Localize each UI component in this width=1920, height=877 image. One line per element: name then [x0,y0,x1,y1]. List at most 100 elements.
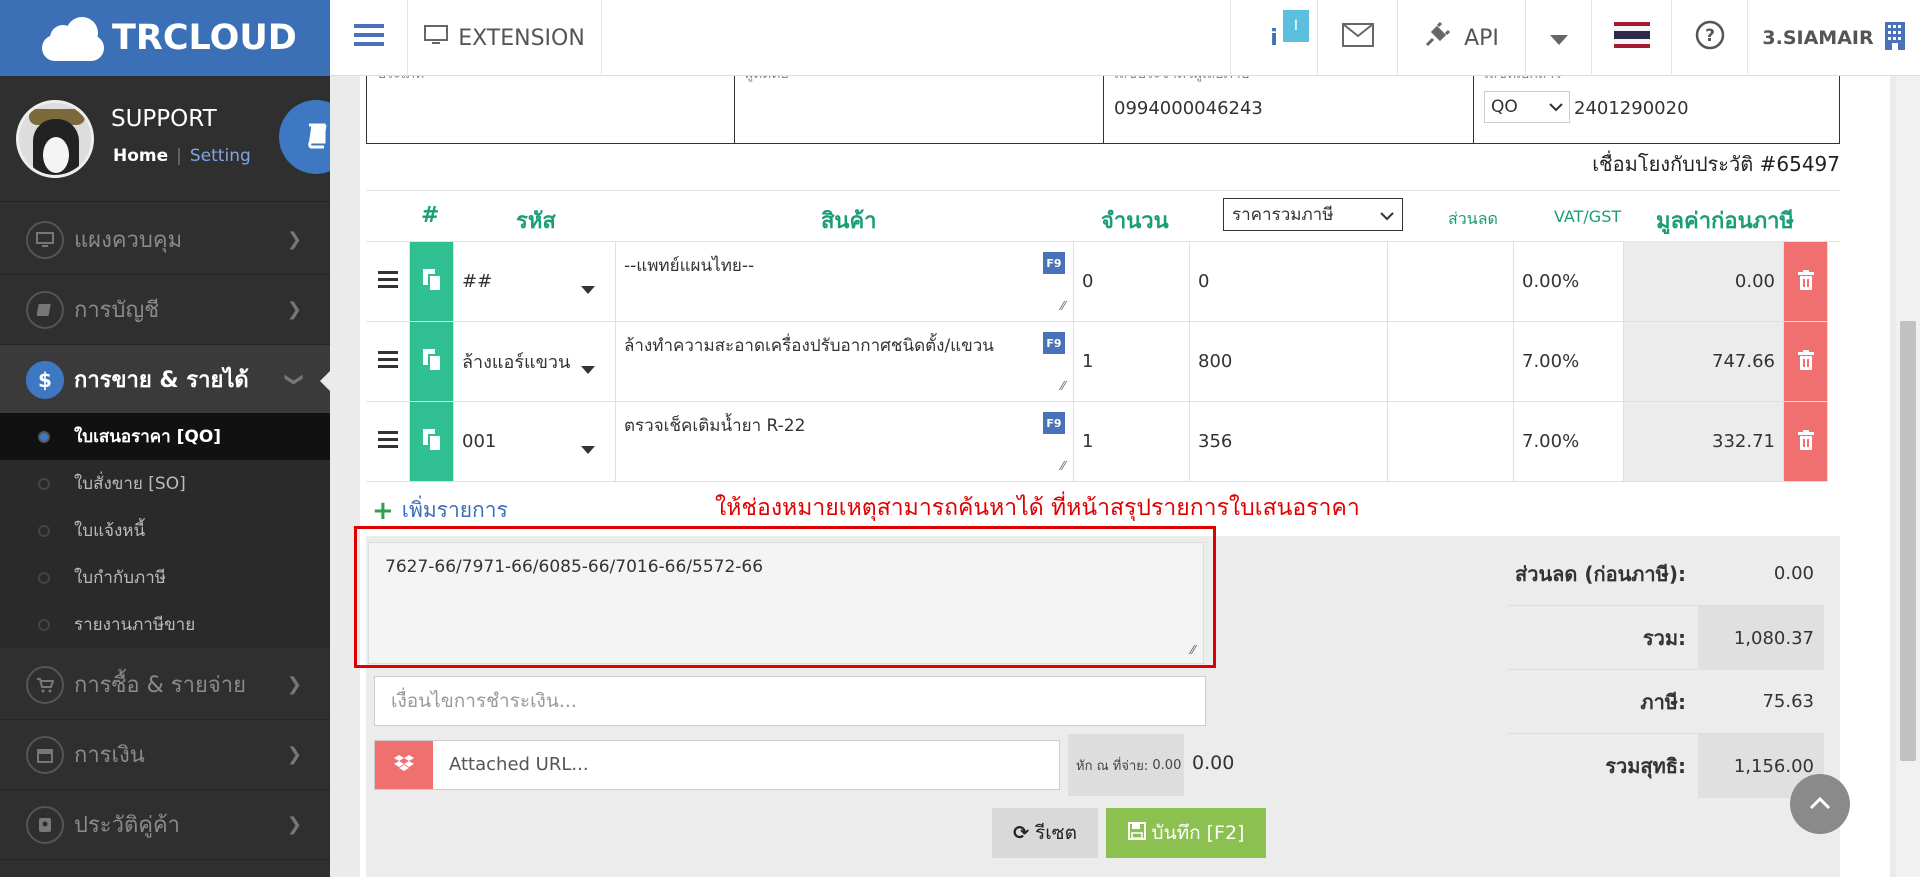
save-button[interactable]: บันทึก [F2] [1106,808,1266,858]
help-button[interactable]: ? [1672,0,1748,76]
logo[interactable]: TRCLOUD [0,0,330,76]
menu-sales[interactable]: $ การขาย & รายได้ ❯ [0,345,330,415]
hamburger-button[interactable] [330,0,408,76]
home-link[interactable]: Home [113,146,168,166]
discount-input[interactable] [1388,402,1514,482]
cloud-logo-icon [38,15,108,61]
discount-input[interactable] [1388,242,1514,322]
mail-icon [1342,23,1374,53]
payment-terms-input[interactable]: เงื่อนไขการชำระเงิน... [374,676,1206,726]
link-history[interactable]: เชื่อมโยงกับประวัติ #65497 [1592,148,1840,180]
delete-row-button[interactable] [1784,322,1828,402]
menu-label: ประวัติคู่ค้า [74,807,180,842]
code-select[interactable]: ล้างแอร์แขวน [454,322,616,402]
copy-icon [422,268,442,296]
scroll-top-button[interactable] [1790,774,1850,834]
add-item-button[interactable]: + เพิ่มรายการ [372,494,508,527]
row-vat: 7.00% [1522,431,1579,452]
delete-row-button[interactable] [1784,242,1828,322]
chevron-right-icon: ❯ [287,299,302,320]
mail-button[interactable] [1318,0,1398,76]
dropdown-button[interactable] [1526,0,1592,76]
summary-label: ส่วนลด (ก่อนภาษี): [1508,542,1698,606]
copy-button[interactable] [410,322,454,402]
row-vat: 0.00% [1522,271,1579,292]
price-input[interactable]: 800 [1190,322,1388,402]
submenu-label: ใบกำกับภาษี [74,564,166,591]
price-input[interactable]: 356 [1190,402,1388,482]
menu-accounting[interactable]: การบัญชี ❯ [0,275,330,345]
chevron-right-icon: ❯ [287,744,302,765]
menu-finance[interactable]: การเงิน ❯ [0,720,330,790]
summary-tax-label: ภาษี: [1640,686,1686,718]
api-button[interactable]: API [1398,0,1526,76]
language-button[interactable] [1592,0,1672,76]
submenu-quotation[interactable]: ใบเสนอราคา [QO] [0,413,330,460]
table-row: ## --แพทย์แผนไทย--F9⁄⁄ 0 0 0.00% 0.00 [366,242,1840,322]
payment-terms-placeholder: เงื่อนไขการชำระเงิน... [391,686,577,716]
delete-row-button[interactable] [1784,402,1828,482]
qty-input[interactable]: 1 [1074,322,1190,402]
submenu-sales-order[interactable]: ใบสั่งขาย [SO] [0,460,330,507]
menu-contacts[interactable]: ประวัติคู่ค้า ❯ [0,790,330,860]
menu-purchase[interactable]: การซื้อ & รายจ่าย ❯ [0,650,330,720]
book-icon [26,291,64,329]
highlight-box [354,526,1216,668]
company-name: 3.SIAMAIR [1762,27,1873,49]
company-button[interactable]: 3.SIAMAIR [1748,0,1920,76]
table-row: ล้างแอร์แขวน ล้างทำความสะอาดเครื่องปรับอ… [366,322,1840,402]
drag-handle[interactable] [366,322,410,402]
price-input[interactable]: 0 [1190,242,1388,322]
summary-total-value: 1,080.37 [1734,628,1814,649]
description-input[interactable]: ล้างทำความสะอาดเครื่องปรับอากาศชนิดตั้ง/… [616,322,1074,402]
drag-handle[interactable] [366,402,410,482]
page-scrollbar[interactable] [1896,76,1920,877]
f9-button[interactable]: F9 [1043,332,1065,354]
submenu-sales-tax-report[interactable]: รายงานภาษีขาย [0,601,330,648]
submenu-invoice[interactable]: ใบแจ้งหนี้ [0,507,330,554]
attached-url-input[interactable]: Attached URL... [449,754,589,775]
qty-input[interactable]: 1 [1074,402,1190,482]
menu-dashboard[interactable]: แผงควบคุม ❯ [0,205,330,275]
drag-handle[interactable] [366,242,410,322]
withholding-small-value: 0.00 [1152,758,1181,773]
menu-label: การซื้อ & รายจ่าย [74,667,246,702]
doc-prefix-select[interactable]: QO [1484,91,1570,123]
description-input[interactable]: ตรวจเช็คเติมน้ำยา R-22F9⁄⁄ [616,402,1074,482]
vat-select[interactable]: 0.00% [1514,242,1624,322]
vat-select[interactable]: 7.00% [1514,402,1624,482]
code-select[interactable]: 001 [454,402,616,482]
price-mode-select[interactable]: ราคารวมภาษี [1223,198,1403,231]
menu-label: แผงควบคุม [74,222,182,257]
document-info-box: ประเภท ผู้ติดต่อ เลขประจำตัวผู้เสียภาษี … [366,76,1840,144]
attached-url-group: Attached URL... [374,740,1060,790]
reset-button[interactable]: ⟳ รีเซต [992,808,1098,858]
row-code: ล้างแอร์แขวน [462,347,570,376]
f9-button[interactable]: F9 [1043,412,1065,434]
submenu-tax-invoice[interactable]: ใบกำกับภาษี [0,554,330,601]
plug-icon [1424,22,1450,54]
monitor-icon [26,221,64,259]
scrollbar-thumb[interactable] [1900,321,1916,761]
summary-grand-total-label: รวมสุทธิ: [1605,750,1686,782]
discount-input[interactable] [1388,322,1514,402]
copy-button[interactable] [410,402,454,482]
summary-discount-value: 0.00 [1774,563,1814,584]
info-button[interactable]: i I [1230,0,1318,76]
extension-button[interactable]: EXTENSION [408,0,602,76]
avatar [16,100,94,178]
description-input[interactable]: --แพทย์แผนไทย--F9⁄⁄ [616,242,1074,322]
chevron-down-icon: ❯ [284,372,305,387]
bars-icon [378,271,398,293]
withholding-value[interactable]: 0.00 [1192,752,1234,774]
summary-tax-value: 75.63 [1762,691,1814,712]
copy-button[interactable] [410,242,454,322]
dropbox-button[interactable] [375,741,433,789]
f9-button[interactable]: F9 [1043,252,1065,274]
vat-select[interactable]: 7.00% [1514,322,1624,402]
chevron-right-icon: ❯ [287,814,302,835]
doc-prefix-value: QO [1491,97,1518,117]
setting-link[interactable]: Setting [190,146,251,166]
qty-input[interactable]: 0 [1074,242,1190,322]
code-select[interactable]: ## [454,242,616,322]
